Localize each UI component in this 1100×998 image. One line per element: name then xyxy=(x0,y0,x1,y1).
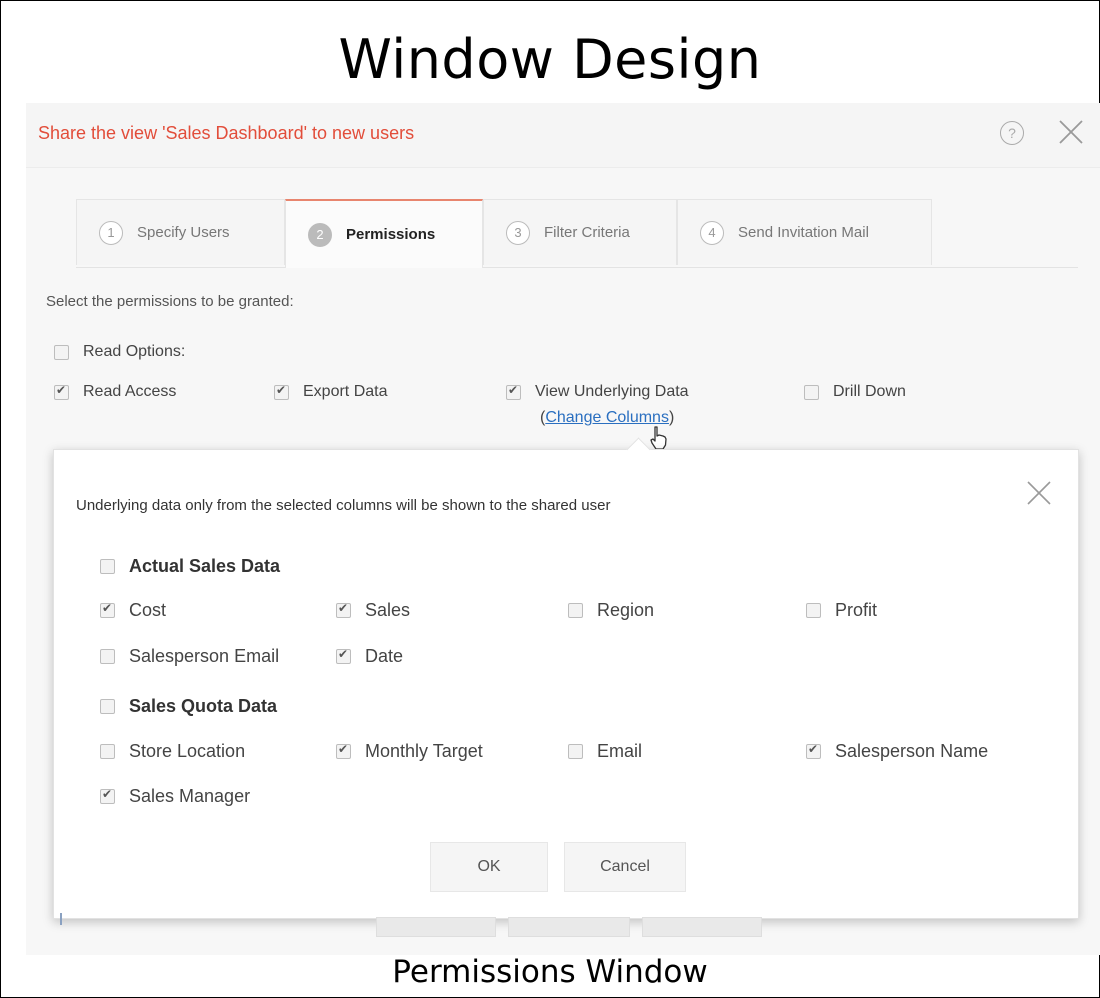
checkbox-icon xyxy=(568,744,583,759)
close-icon[interactable] xyxy=(1024,478,1054,508)
hand-cursor-icon xyxy=(650,426,667,450)
checkbox-icon xyxy=(100,559,115,574)
slide-title: Window Design xyxy=(338,28,762,91)
column-label: Salesperson Name xyxy=(835,741,989,761)
tab-label: Permissions xyxy=(346,226,436,243)
drill-down-label: Drill Down xyxy=(833,383,906,400)
step-number: 3 xyxy=(506,220,530,245)
dialog-title: Share the view 'Sales Dashboard' to new … xyxy=(38,123,415,143)
checkbox-icon xyxy=(100,649,115,664)
close-icon[interactable] xyxy=(1056,117,1086,147)
dialog-screenshot: Share the view 'Sales Dashboard' to new … xyxy=(26,103,1100,955)
column-sales-checkbox[interactable]: Sales xyxy=(336,600,410,621)
column-label: Cost xyxy=(129,600,167,620)
column-email-checkbox[interactable]: Email xyxy=(568,741,642,762)
checkbox-icon xyxy=(336,647,351,664)
tab-label: Send Invitation Mail xyxy=(738,224,869,241)
column-label: Date xyxy=(365,646,404,666)
checkbox-icon xyxy=(54,383,69,400)
column-date-checkbox[interactable]: Date xyxy=(336,646,403,667)
checkbox-icon xyxy=(568,603,583,618)
tab-send-invitation-mail[interactable]: 4 Send Invitation Mail xyxy=(677,199,932,265)
column-label: Region xyxy=(597,600,655,620)
column-label: Sales xyxy=(365,600,411,620)
column-salesperson-name-checkbox[interactable]: Salesperson Name xyxy=(806,741,988,762)
checkbox-icon xyxy=(54,344,69,360)
column-sales-manager-checkbox[interactable]: Sales Manager xyxy=(100,786,250,807)
group-label: Actual Sales Data xyxy=(129,556,281,576)
popup-description: Underlying data only from the selected c… xyxy=(76,497,611,514)
read-options-checkbox[interactable]: Read Options: xyxy=(54,343,185,361)
paren-close: ) xyxy=(668,409,675,426)
change-columns-popup: Underlying data only from the selected c… xyxy=(53,437,1079,919)
checkbox-icon xyxy=(100,699,115,714)
cancel-button[interactable]: Cancel xyxy=(564,842,686,892)
dialog-header: Share the view 'Sales Dashboard' to new … xyxy=(26,103,1100,168)
export-data-label: Export Data xyxy=(303,383,388,400)
checkbox-icon xyxy=(804,384,819,400)
group-label: Sales Quota Data xyxy=(129,696,278,716)
column-store-location-checkbox[interactable]: Store Location xyxy=(100,741,245,762)
view-underlying-data-checkbox[interactable]: View Underlying Data xyxy=(506,383,689,401)
checkbox-icon xyxy=(100,787,115,804)
column-label: Profit xyxy=(835,600,878,620)
column-monthly-target-checkbox[interactable]: Monthly Target xyxy=(336,741,483,762)
tab-label: Specify Users xyxy=(137,224,230,241)
checkbox-icon xyxy=(100,744,115,759)
column-label: Sales Manager xyxy=(129,786,251,806)
column-region-checkbox[interactable]: Region xyxy=(568,600,654,621)
step-number: 4 xyxy=(700,220,724,245)
background-button-edge xyxy=(642,917,762,937)
column-salesperson-email-checkbox[interactable]: Salesperson Email xyxy=(100,646,279,667)
export-data-checkbox[interactable]: Export Data xyxy=(274,383,387,401)
background-button-edge xyxy=(376,917,496,937)
column-label: Store Location xyxy=(129,741,246,761)
checkbox-icon xyxy=(806,603,821,618)
step-number: 2 xyxy=(308,222,332,247)
view-underlying-data-label: View Underlying Data xyxy=(535,383,689,400)
column-cost-checkbox[interactable]: Cost xyxy=(100,600,166,621)
column-label: Email xyxy=(597,741,643,761)
read-access-checkbox[interactable]: Read Access xyxy=(54,383,176,401)
ok-button[interactable]: OK xyxy=(430,842,548,892)
checkbox-icon xyxy=(336,742,351,759)
background-button-edge xyxy=(508,917,630,937)
checkbox-icon xyxy=(100,601,115,618)
column-profit-checkbox[interactable]: Profit xyxy=(806,600,877,621)
wizard-tabs: 1 Specify Users 2 Permissions 3 Filter C… xyxy=(76,199,1078,268)
group-actual-sales-data-checkbox[interactable]: Actual Sales Data xyxy=(100,556,280,577)
change-columns-link[interactable]: Change Columns xyxy=(545,409,669,426)
background-edge-mark xyxy=(60,913,62,925)
slide-caption: Permissions Window xyxy=(392,954,708,990)
column-label: Monthly Target xyxy=(365,741,483,761)
checkbox-icon xyxy=(336,601,351,618)
tab-label: Filter Criteria xyxy=(544,224,630,241)
drill-down-checkbox[interactable]: Drill Down xyxy=(804,383,906,401)
checkbox-icon xyxy=(506,383,521,400)
permissions-prompt: Select the permissions to be granted: xyxy=(46,293,294,310)
tab-filter-criteria[interactable]: 3 Filter Criteria xyxy=(483,199,677,265)
popup-pointer xyxy=(626,437,651,462)
read-access-label: Read Access xyxy=(83,383,177,400)
help-icon[interactable]: ? xyxy=(1000,121,1024,145)
group-sales-quota-data-checkbox[interactable]: Sales Quota Data xyxy=(100,696,277,717)
column-label: Salesperson Email xyxy=(129,646,280,666)
checkbox-icon xyxy=(806,742,821,759)
tab-specify-users[interactable]: 1 Specify Users xyxy=(76,199,285,265)
step-number: 1 xyxy=(99,220,123,245)
tab-permissions[interactable]: 2 Permissions xyxy=(285,199,483,268)
checkbox-icon xyxy=(274,383,289,400)
read-options-label: Read Options: xyxy=(83,343,186,360)
